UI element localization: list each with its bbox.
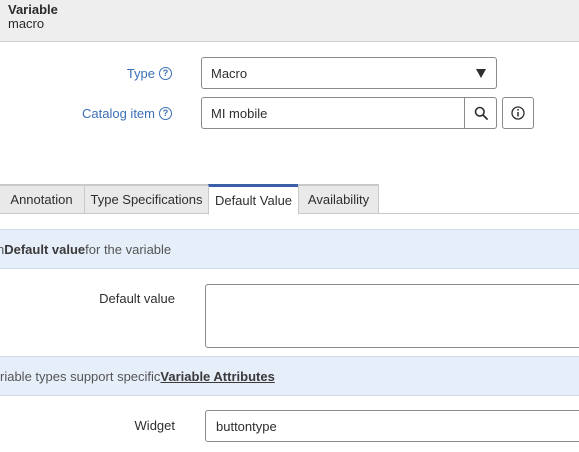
tab-annotation-label: Annotation	[10, 192, 73, 207]
record-header: Variable macro	[0, 0, 579, 42]
help-circle-icon[interactable]: ?	[159, 66, 172, 80]
variable-attributes-banner: riable types support specific Variable A…	[0, 356, 579, 396]
banner-tail-text: for the variable	[85, 241, 172, 257]
tab-type-specifications-label: Type Specifications	[90, 192, 203, 207]
tab-default-value[interactable]: Default Value	[208, 184, 299, 215]
tab-default-value-label: Default Value	[214, 193, 293, 208]
type-label: Type ?	[60, 64, 172, 82]
tab-type-specifications[interactable]: Type Specifications	[84, 184, 209, 214]
banner-bold-text: Default value	[4, 241, 86, 257]
widget-input-value: buttontype	[216, 418, 277, 434]
type-label-text: Type	[126, 65, 155, 81]
variable-attributes-link[interactable]: Variable Attributes	[160, 369, 274, 384]
help-circle-icon[interactable]: ?	[159, 106, 172, 120]
record-title: Variable	[8, 2, 58, 17]
variable-form-page: Variable macro Type ? Macro Catalog item…	[0, 0, 579, 452]
widget-input[interactable]: buttontype	[205, 410, 579, 442]
catalog-item-input[interactable]: MI mobile	[201, 97, 465, 129]
record-subtitle: macro	[8, 16, 45, 31]
widget-label: Widget	[134, 418, 175, 433]
catalog-item-lookup-button[interactable]	[464, 97, 497, 129]
catalog-item-value: MI mobile	[211, 105, 268, 121]
default-value-banner: n Default value for the variable	[0, 229, 579, 269]
type-select[interactable]: Macro	[201, 57, 497, 89]
tab-availability[interactable]: Availability	[298, 184, 379, 214]
attributes-banner-lead: riable types support specific	[0, 368, 161, 384]
chevron-down-icon	[476, 69, 486, 78]
info-icon	[511, 106, 525, 120]
tab-annotation[interactable]: Annotation	[0, 184, 85, 214]
type-select-value: Macro	[211, 65, 248, 81]
catalog-item-label: Catalog item ?	[40, 104, 172, 122]
default-value-label: Default value	[99, 291, 175, 306]
search-icon	[474, 106, 488, 120]
catalog-item-label-text: Catalog item	[82, 105, 155, 121]
catalog-item-info-button[interactable]	[502, 97, 534, 129]
default-value-textarea[interactable]	[205, 284, 579, 348]
tab-availability-label: Availability	[307, 192, 370, 207]
